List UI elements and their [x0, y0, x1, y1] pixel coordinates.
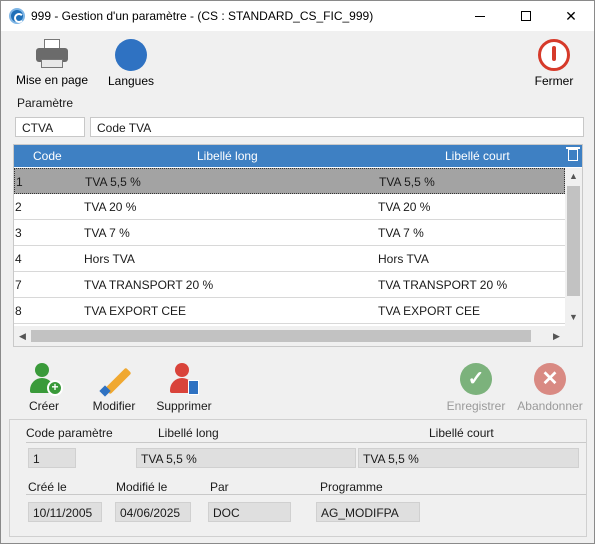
- table-row[interactable]: 3 TVA 7 % TVA 7 %: [14, 220, 565, 246]
- cell-code: 8: [15, 304, 22, 318]
- created-label: Créé le: [28, 480, 67, 494]
- minimize-icon: [475, 15, 485, 17]
- languages-label: Langues: [107, 74, 155, 88]
- detail-divider: [26, 494, 586, 495]
- cell-long-label: TVA EXPORT CEE: [84, 304, 187, 318]
- program-label: Programme: [320, 480, 383, 494]
- table-row[interactable]: 4 Hors TVA Hors TVA: [14, 246, 565, 272]
- scroll-up-icon[interactable]: ▲: [565, 168, 582, 185]
- maximize-button[interactable]: [503, 1, 549, 31]
- table-row[interactable]: 7 TVA TRANSPORT 20 % TVA TRANSPORT 20 %: [14, 272, 565, 298]
- column-header-code[interactable]: Code: [33, 149, 62, 163]
- cell-long-label: TVA 20 %: [84, 200, 137, 214]
- power-icon: [538, 39, 570, 71]
- modify-button[interactable]: Modifier: [89, 363, 139, 413]
- table-row[interactable]: 2 TVA 20 % TVA 20 %: [14, 194, 565, 220]
- cancel-icon: ✕: [534, 363, 566, 395]
- cell-code: 7: [15, 278, 22, 292]
- printer-icon: [36, 39, 68, 69]
- column-settings-icon[interactable]: [566, 147, 580, 161]
- cell-short-label: TVA 7 %: [378, 226, 424, 240]
- cell-code: 2: [15, 200, 22, 214]
- globe-icon: [115, 39, 147, 71]
- title-bar: 999 - Gestion d'un paramètre - (CS : STA…: [1, 1, 594, 31]
- detail-code-value: 1: [28, 448, 76, 468]
- languages-button[interactable]: Langues: [103, 39, 159, 88]
- detail-long-label: Libellé long: [158, 426, 219, 440]
- grid-rows: 1 TVA 5,5 % TVA 5,5 % 2 TVA 20 % TVA 20 …: [14, 168, 565, 324]
- table-row[interactable]: 1 TVA 5,5 % TVA 5,5 %: [14, 168, 565, 194]
- window-title: 999 - Gestion d'un paramètre - (CS : STA…: [31, 9, 374, 23]
- program-value: AG_MODIFPA: [316, 502, 420, 522]
- page-setup-button[interactable]: Mise en page: [11, 39, 93, 87]
- detail-long-value: TVA 5,5 %: [136, 448, 356, 468]
- by-label: Par: [210, 480, 229, 494]
- pencil-icon: [97, 363, 131, 397]
- vertical-scrollbar[interactable]: ▲ ▼: [565, 168, 582, 326]
- modify-label: Modifier: [92, 399, 136, 413]
- cell-short-label: Hors TVA: [378, 252, 429, 266]
- detail-divider: [26, 442, 586, 443]
- cancel-label: Abandonner: [517, 399, 583, 413]
- cell-short-label: TVA 20 %: [378, 200, 431, 214]
- add-user-icon: +: [27, 363, 63, 397]
- column-header-long-label[interactable]: Libellé long: [197, 149, 258, 163]
- modified-date-value: 04/06/2025: [115, 502, 191, 522]
- cell-short-label: TVA TRANSPORT 20 %: [378, 278, 508, 292]
- detail-short-value: TVA 5,5 %: [358, 448, 579, 468]
- delete-user-icon: [167, 363, 201, 397]
- cell-long-label: TVA TRANSPORT 20 %: [84, 278, 214, 292]
- cell-short-label: TVA 5,5 %: [379, 175, 435, 189]
- delete-label: Supprimer: [156, 399, 212, 413]
- values-grid: Code Libellé long Libellé court 1 TVA 5,…: [13, 144, 583, 347]
- scroll-right-icon[interactable]: ▶: [548, 326, 565, 346]
- window: 999 - Gestion d'un paramètre - (CS : STA…: [0, 0, 595, 544]
- cancel-button[interactable]: ✕ Abandonner: [514, 363, 586, 413]
- detail-short-label: Libellé court: [429, 426, 494, 440]
- detail-code-label: Code paramètre: [26, 426, 113, 440]
- create-label: Créer: [28, 399, 59, 413]
- parameter-section-label: Paramètre: [17, 96, 74, 110]
- vertical-scroll-thumb[interactable]: [567, 186, 580, 296]
- cell-long-label: TVA 5,5 %: [85, 175, 141, 189]
- modified-label: Modifié le: [116, 480, 168, 494]
- horizontal-scroll-thumb[interactable]: [31, 330, 531, 342]
- minimize-button[interactable]: [457, 1, 503, 31]
- cell-code: 1: [16, 175, 23, 189]
- scroll-left-icon[interactable]: ◀: [14, 326, 31, 346]
- close-window-button[interactable]: ✕: [548, 1, 594, 31]
- app-icon: [9, 8, 25, 24]
- maximize-icon: [521, 11, 531, 21]
- scroll-down-icon[interactable]: ▼: [565, 309, 582, 326]
- parameter-code-field[interactable]: CTVA: [15, 117, 85, 137]
- cell-code: 4: [15, 252, 22, 266]
- column-header-short-label[interactable]: Libellé court: [445, 149, 510, 163]
- modified-by-value: DOC: [208, 502, 291, 522]
- horizontal-scrollbar[interactable]: ◀ ▶: [14, 326, 582, 346]
- cell-short-label: TVA EXPORT CEE: [378, 304, 481, 318]
- grid-header: Code Libellé long Libellé court: [14, 145, 582, 167]
- cell-long-label: Hors TVA: [84, 252, 135, 266]
- page-setup-label: Mise en page: [15, 73, 89, 87]
- save-button[interactable]: ✓ Enregistrer: [442, 363, 510, 413]
- save-label: Enregistrer: [446, 399, 506, 413]
- create-button[interactable]: + Créer: [23, 363, 65, 413]
- checkmark-icon: ✓: [460, 363, 492, 395]
- cell-code: 3: [15, 226, 22, 240]
- detail-panel: Code paramètre Libellé long Libellé cour…: [9, 419, 587, 537]
- close-label: Fermer: [534, 74, 574, 88]
- table-row[interactable]: 8 TVA EXPORT CEE TVA EXPORT CEE: [14, 298, 565, 324]
- delete-button[interactable]: Supprimer: [152, 363, 216, 413]
- created-date-value: 10/11/2005: [28, 502, 102, 522]
- close-button[interactable]: Fermer: [529, 39, 579, 88]
- parameter-label-field[interactable]: Code TVA: [90, 117, 584, 137]
- cell-long-label: TVA 7 %: [84, 226, 130, 240]
